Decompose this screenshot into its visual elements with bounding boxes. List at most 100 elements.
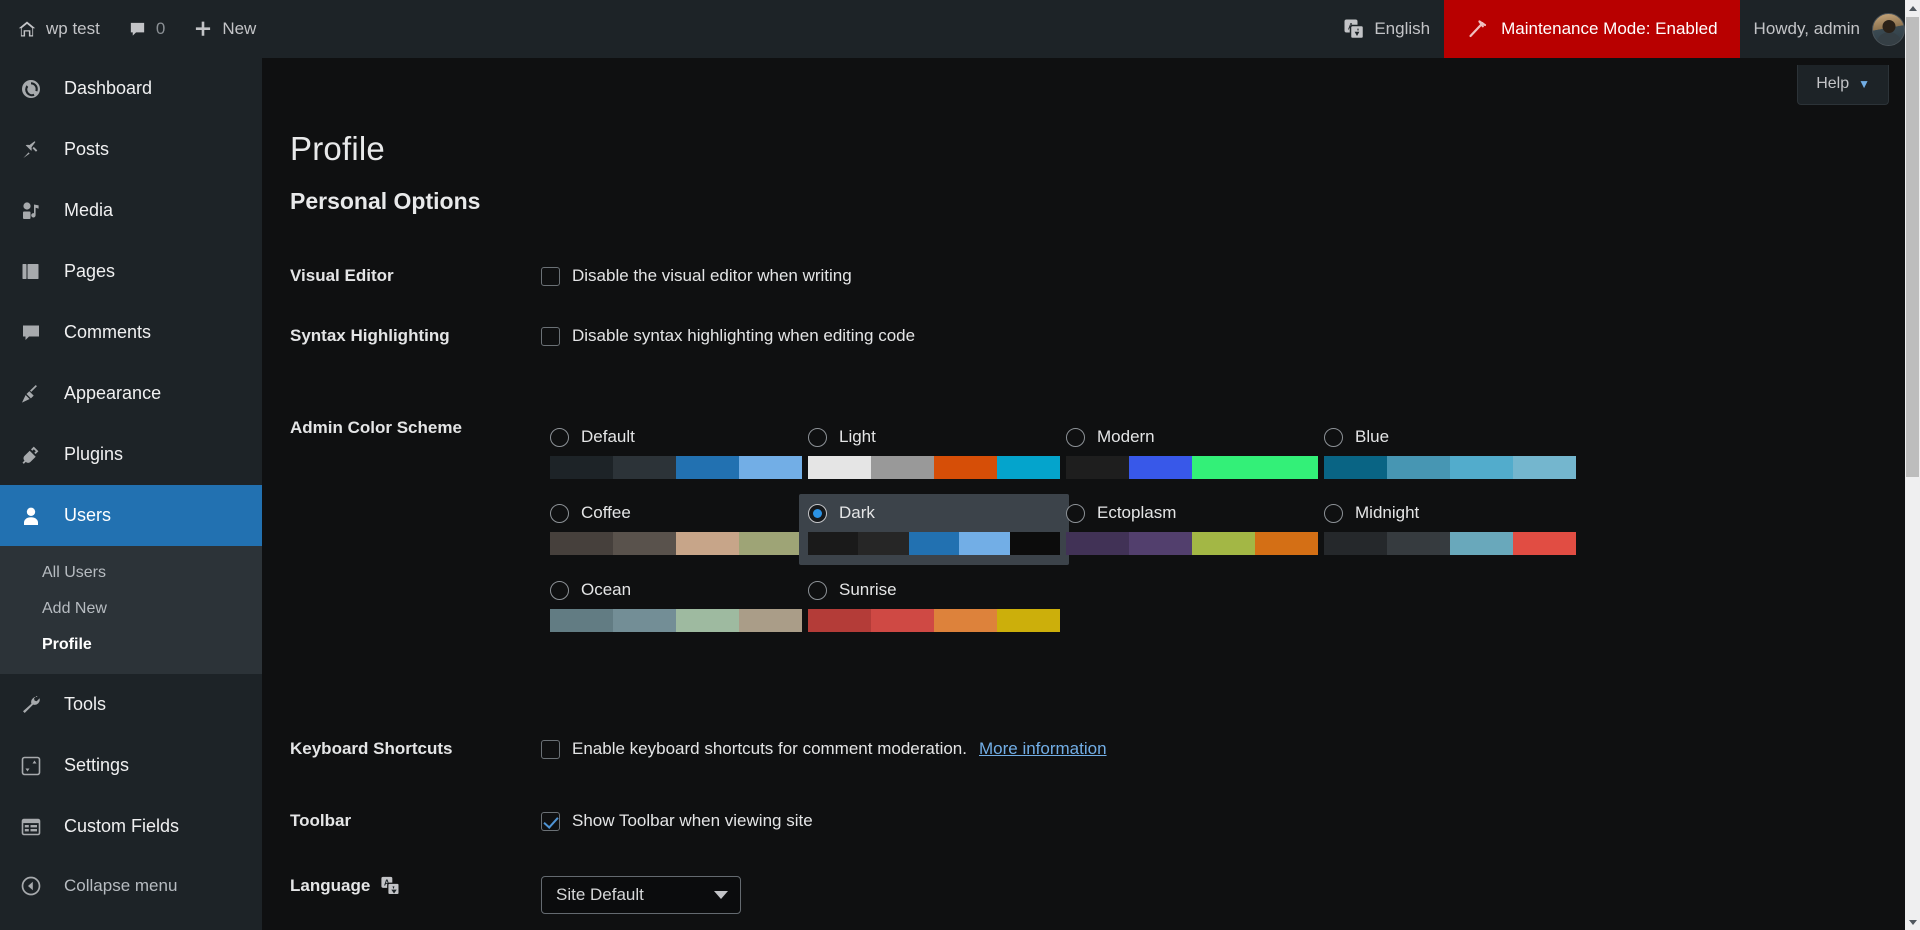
field-keyboard-shortcuts: Enable keyboard shortcuts for comment mo…: [541, 739, 1107, 759]
swatch-3: [1513, 532, 1576, 555]
submenu-item-all-users[interactable]: All Users: [0, 555, 262, 591]
home-icon: [17, 19, 37, 39]
swatch-3: [1255, 532, 1318, 555]
color-scheme-radio[interactable]: [1324, 427, 1343, 447]
swatch-2: [676, 532, 739, 555]
my-account-menu[interactable]: Howdy, admin: [1740, 0, 1905, 58]
sidebar-item-comments[interactable]: Comments: [0, 302, 262, 363]
color-scheme-radio[interactable]: [1066, 427, 1085, 447]
color-scheme-name: Light: [839, 427, 876, 446]
media-icon: [18, 198, 44, 224]
color-scheme-name: Coffee: [581, 503, 631, 522]
sliders-icon: [18, 753, 44, 779]
sidebar-item-label: Comments: [64, 322, 152, 342]
keyboard-shortcuts-checkbox-label: Enable keyboard shortcuts for comment mo…: [572, 739, 967, 758]
swatch-0: [808, 456, 871, 479]
swatch-0: [550, 532, 613, 555]
swatch-0: [550, 609, 613, 632]
help-button[interactable]: Help ▼: [1797, 65, 1889, 105]
color-scheme-header: Ocean: [550, 580, 802, 600]
language-switcher[interactable]: A English: [1329, 0, 1444, 58]
site-name-menu[interactable]: wp test: [0, 0, 114, 58]
color-scheme-header: Default: [550, 427, 802, 447]
language-label-text: Language: [290, 876, 371, 895]
collapse-menu-button[interactable]: Collapse menu: [0, 857, 262, 915]
comments-menu[interactable]: 0: [114, 0, 179, 58]
syntax-highlighting-checkbox[interactable]: [541, 326, 560, 346]
maintenance-mode-indicator[interactable]: Maintenance Mode: Enabled: [1444, 0, 1740, 58]
keyboard-shortcuts-checkbox-line[interactable]: Enable keyboard shortcuts for comment mo…: [541, 739, 1107, 759]
color-scheme-option-ectoplasm[interactable]: Ectoplasm: [1057, 494, 1327, 565]
color-scheme-name: Sunrise: [839, 580, 897, 599]
maintenance-label: Maintenance Mode: Enabled: [1501, 19, 1718, 38]
color-scheme-header: Ectoplasm: [1066, 503, 1318, 523]
color-scheme-option-default[interactable]: Default: [541, 418, 811, 489]
color-scheme-swatches: [550, 532, 802, 555]
sidebar-item-pages[interactable]: Pages: [0, 241, 262, 302]
site-name-label: wp test: [46, 19, 100, 38]
sidebar-item-custom-fields[interactable]: Custom Fields: [0, 796, 262, 857]
color-scheme-option-blue[interactable]: Blue: [1315, 418, 1585, 489]
color-scheme-radio[interactable]: [808, 427, 827, 447]
color-scheme-radio[interactable]: [550, 580, 569, 600]
sidebar-item-posts[interactable]: Posts: [0, 119, 262, 180]
sidebar-item-appearance[interactable]: Appearance: [0, 363, 262, 424]
submenu-item-add-new[interactable]: Add New: [0, 591, 262, 627]
scrollbar-up-arrow[interactable]: [1905, 0, 1920, 16]
keyboard-shortcuts-checkbox[interactable]: [541, 739, 560, 759]
color-scheme-radio[interactable]: [1066, 503, 1085, 523]
language-select[interactable]: Site Default: [541, 876, 741, 914]
color-scheme-radio[interactable]: [808, 580, 827, 600]
toolbar-checkbox[interactable]: [541, 811, 560, 831]
color-scheme-option-midnight[interactable]: Midnight: [1315, 494, 1585, 565]
row-label-admin-color-scheme: Admin Color Scheme: [290, 418, 462, 437]
syntax-highlighting-checkbox-line[interactable]: Disable syntax highlighting when editing…: [541, 326, 915, 346]
swatch-3: [1255, 456, 1318, 479]
color-scheme-radio[interactable]: [550, 427, 569, 447]
sidebar-item-settings[interactable]: Settings: [0, 735, 262, 796]
color-scheme-option-light[interactable]: Light: [799, 418, 1069, 489]
more-information-link[interactable]: More information: [979, 739, 1107, 759]
swatch-0: [808, 609, 871, 632]
swatch-1: [871, 609, 934, 632]
sidebar-item-label: Dashboard: [64, 78, 153, 98]
swatch-2: [676, 609, 739, 632]
color-scheme-swatches: [1324, 532, 1576, 555]
color-scheme-radio[interactable]: [1324, 503, 1343, 523]
color-scheme-radio[interactable]: [808, 503, 827, 523]
new-content-menu[interactable]: New: [179, 0, 270, 58]
collapse-arrow-icon: [18, 873, 44, 899]
sidebar-item-label: Settings: [64, 755, 130, 775]
color-scheme-header: Midnight: [1324, 503, 1576, 523]
visual-editor-checkbox-line[interactable]: Disable the visual editor when writing: [541, 266, 852, 286]
sidebar-item-tools[interactable]: Tools: [0, 674, 262, 735]
toolbar-checkbox-line[interactable]: Show Toolbar when viewing site: [541, 811, 813, 831]
color-scheme-option-ocean[interactable]: Ocean: [541, 571, 811, 642]
swatch-3: [997, 456, 1060, 479]
sidebar-item-media[interactable]: Media: [0, 180, 262, 241]
swatch-1: [613, 456, 676, 479]
sidebar-item-users[interactable]: Users: [0, 485, 262, 546]
submenu-item-profile[interactable]: Profile: [0, 627, 262, 663]
admin-bar-spacer: [270, 0, 1329, 58]
swatch-2: [908, 532, 960, 555]
swatch-1: [1387, 532, 1450, 555]
scrollbar-thumb[interactable]: [1906, 17, 1919, 477]
color-scheme-option-sunrise[interactable]: Sunrise: [799, 571, 1069, 642]
color-scheme-header: Modern: [1066, 427, 1318, 447]
swatch-1: [613, 532, 676, 555]
color-scheme-option-modern[interactable]: Modern: [1057, 418, 1327, 489]
plug-icon: [18, 442, 44, 468]
visual-editor-checkbox[interactable]: [541, 266, 560, 286]
color-scheme-option-dark[interactable]: Dark: [799, 494, 1069, 565]
page-scrollbar[interactable]: [1905, 0, 1920, 930]
color-scheme-radio[interactable]: [550, 503, 569, 523]
new-label: New: [222, 19, 257, 38]
color-scheme-swatches: [1066, 456, 1318, 479]
sidebar-item-plugins[interactable]: Plugins: [0, 424, 262, 485]
color-scheme-header: Blue: [1324, 427, 1576, 447]
scrollbar-down-arrow[interactable]: [1905, 914, 1920, 930]
swatch-2: [676, 456, 739, 479]
sidebar-item-dashboard[interactable]: Dashboard: [0, 58, 262, 119]
color-scheme-option-coffee[interactable]: Coffee: [541, 494, 811, 565]
